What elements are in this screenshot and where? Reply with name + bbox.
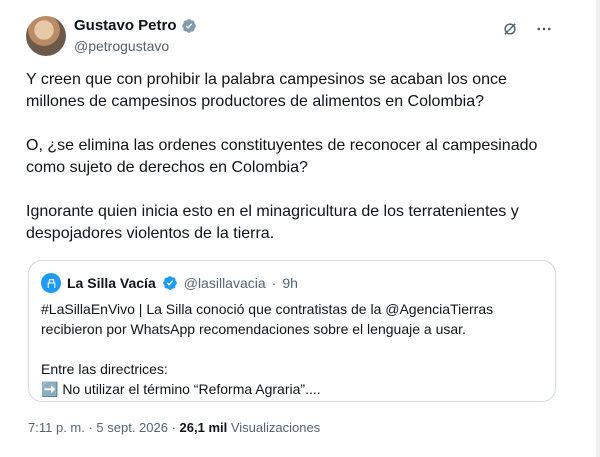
quoted-author-name[interactable]: La Silla Vacía — [67, 275, 156, 291]
tweet-text: Y creen que con prohibir la palabra camp… — [26, 71, 538, 242]
tweet-time[interactable]: 7:11 p. m. — [28, 420, 85, 435]
verified-badge-icon — [162, 275, 178, 291]
quoted-author-handle[interactable]: @lasillavacia — [184, 275, 266, 291]
quoted-tweet-age[interactable]: 9h — [282, 275, 298, 291]
tweet-container: Gustavo Petro @petrogustavo Y creen que … — [0, 0, 600, 457]
tweet-metadata: 7:11 p. m. · 5 sept. 2026 · 26,1 mil Vis… — [28, 420, 320, 435]
scrollbar[interactable] — [596, 0, 600, 457]
more-icon[interactable] — [533, 18, 555, 40]
views-label: Visualizaciones — [227, 420, 321, 435]
author-name[interactable]: Gustavo Petro — [74, 17, 177, 34]
author-avatar[interactable] — [26, 16, 66, 56]
views-count: 26,1 mil — [179, 420, 228, 435]
quoted-tweet-text: #LaSillaEnVivo | La Silla conoció que co… — [41, 301, 494, 397]
verified-badge-icon[interactable] — [181, 18, 197, 34]
tweet-date[interactable]: 5 sept. 2026 — [96, 420, 168, 435]
separator-dot: · — [84, 420, 97, 435]
grok-icon[interactable] — [499, 18, 521, 40]
separator-dot: · — [271, 275, 277, 291]
author-handle[interactable]: @petrogustavo — [74, 38, 169, 54]
quoted-tweet-header: La Silla Vacía @lasillavacia · 9h — [41, 273, 298, 293]
separator-dot: · — [167, 420, 180, 435]
author-name-row: Gustavo Petro — [74, 17, 197, 34]
tweet-actions — [499, 18, 555, 40]
quoted-tweet[interactable]: La Silla Vacía @lasillavacia · 9h #LaSil… — [28, 260, 556, 402]
quoted-author-avatar[interactable] — [41, 273, 61, 293]
